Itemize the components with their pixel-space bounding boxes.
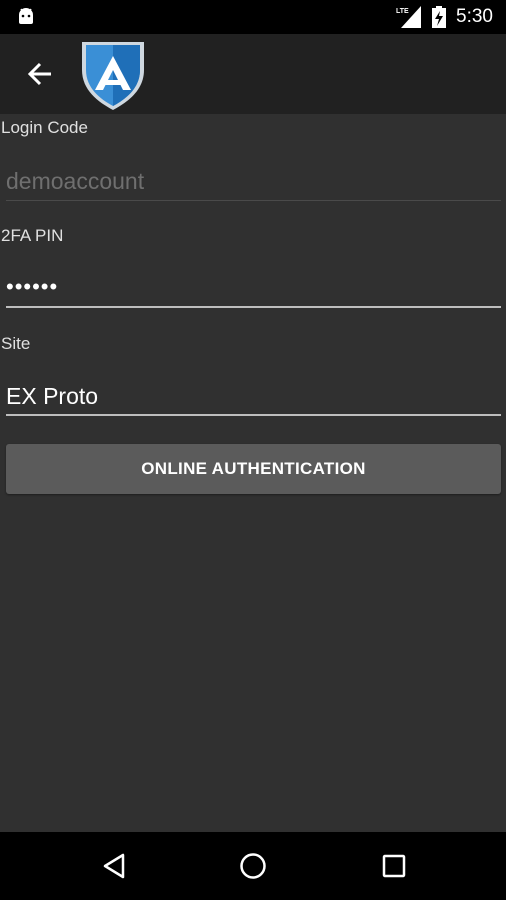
recents-square-icon — [382, 854, 406, 878]
nav-home-button[interactable] — [233, 846, 273, 886]
status-bar: LTE 5:30 — [0, 0, 506, 34]
login-code-input[interactable] — [6, 162, 501, 200]
pin-underline — [6, 306, 501, 308]
site-label: Site — [1, 334, 31, 353]
battery-charging-icon — [432, 6, 446, 28]
online-authentication-button[interactable]: ONLINE AUTHENTICATION — [6, 444, 501, 494]
site-input[interactable]: EX Proto — [6, 377, 501, 415]
nav-recents-button[interactable] — [374, 846, 414, 886]
back-button[interactable] — [18, 52, 62, 96]
pin-label: 2FA PIN — [1, 226, 64, 245]
app-toolbar — [0, 34, 506, 114]
login-code-label: Login Code — [1, 118, 88, 137]
pin-input[interactable]: •••••• — [6, 268, 501, 306]
site-underline — [6, 414, 501, 416]
shield-logo-icon — [82, 42, 144, 110]
home-circle-icon — [240, 853, 266, 879]
app-screen: LTE 5:30 Login Code 2 — [0, 0, 506, 900]
back-triangle-icon — [103, 853, 125, 879]
system-nav-bar — [0, 832, 506, 900]
login-code-underline — [6, 200, 501, 201]
signal-icon — [401, 6, 421, 28]
arrow-left-icon — [27, 62, 51, 86]
android-icon — [19, 8, 33, 24]
nav-back-button[interactable] — [94, 846, 134, 886]
status-clock: 5:30 — [456, 6, 493, 27]
